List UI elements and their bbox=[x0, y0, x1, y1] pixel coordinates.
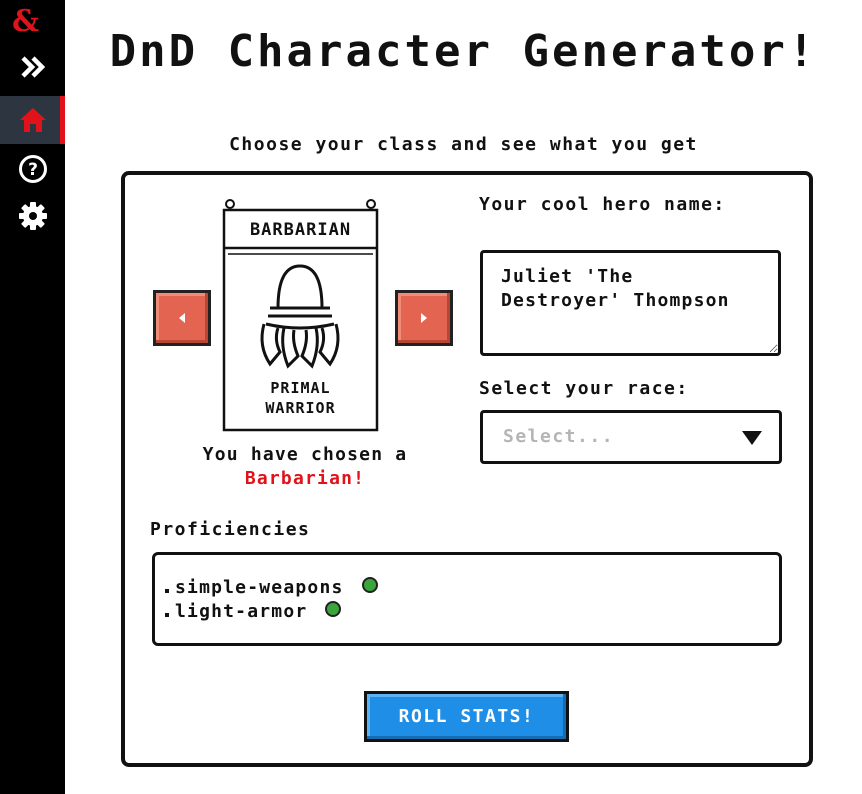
svg-text:&: & bbox=[12, 4, 39, 38]
list-item: light-armor bbox=[165, 599, 769, 623]
page-subtitle: Choose your class and see what you get bbox=[229, 134, 698, 155]
roll-stats-button[interactable]: ROLL STATS! bbox=[364, 691, 569, 742]
race-label: Select your race: bbox=[479, 378, 689, 399]
hero-name-input[interactable] bbox=[480, 250, 781, 356]
page-title: DnD Character Generator! bbox=[109, 26, 818, 77]
proficiencies-label: Proficiencies bbox=[150, 519, 311, 540]
chosen-class-text: You have chosen a Barbarian! bbox=[150, 443, 460, 491]
prev-class-button[interactable] bbox=[153, 290, 211, 346]
bullet-icon bbox=[165, 589, 169, 593]
proficiency-name: light-armor bbox=[175, 600, 308, 622]
expand-icon[interactable] bbox=[0, 44, 65, 90]
banner-subtitle-line2: WARRIOR bbox=[265, 399, 336, 417]
proficiencies-list: simple-weapons light-armor bbox=[152, 552, 782, 646]
class-banner: BARBARIAN PRIMAL WARRIOR bbox=[218, 196, 383, 434]
chevron-left-icon bbox=[179, 313, 185, 323]
banner-subtitle-line1: PRIMAL bbox=[270, 379, 331, 397]
list-item: simple-weapons bbox=[165, 575, 769, 599]
status-dot-icon bbox=[325, 600, 342, 622]
banner-title: BARBARIAN bbox=[249, 220, 352, 240]
chosen-class-name: Barbarian! bbox=[244, 468, 366, 489]
race-select[interactable]: Select... bbox=[480, 410, 782, 464]
chosen-prefix: You have chosen a bbox=[202, 444, 408, 465]
banner-subtitle: PRIMAL WARRIOR bbox=[218, 378, 383, 418]
status-dot-icon bbox=[361, 576, 378, 598]
proficiency-name: simple-weapons bbox=[175, 576, 344, 598]
help-icon[interactable]: ? bbox=[0, 146, 65, 192]
next-class-button[interactable] bbox=[395, 290, 453, 346]
race-placeholder: Select... bbox=[503, 426, 615, 447]
sidebar: & ? bbox=[0, 0, 65, 794]
caret-down-icon bbox=[742, 431, 762, 445]
dnd-logo-icon[interactable]: & bbox=[8, 0, 48, 40]
bullet-icon bbox=[165, 613, 169, 617]
hero-name-label: Your cool hero name: bbox=[479, 194, 726, 215]
settings-icon[interactable] bbox=[0, 193, 65, 239]
chevron-right-icon bbox=[421, 313, 427, 323]
svg-text:?: ? bbox=[28, 160, 38, 180]
home-icon[interactable] bbox=[0, 96, 65, 144]
